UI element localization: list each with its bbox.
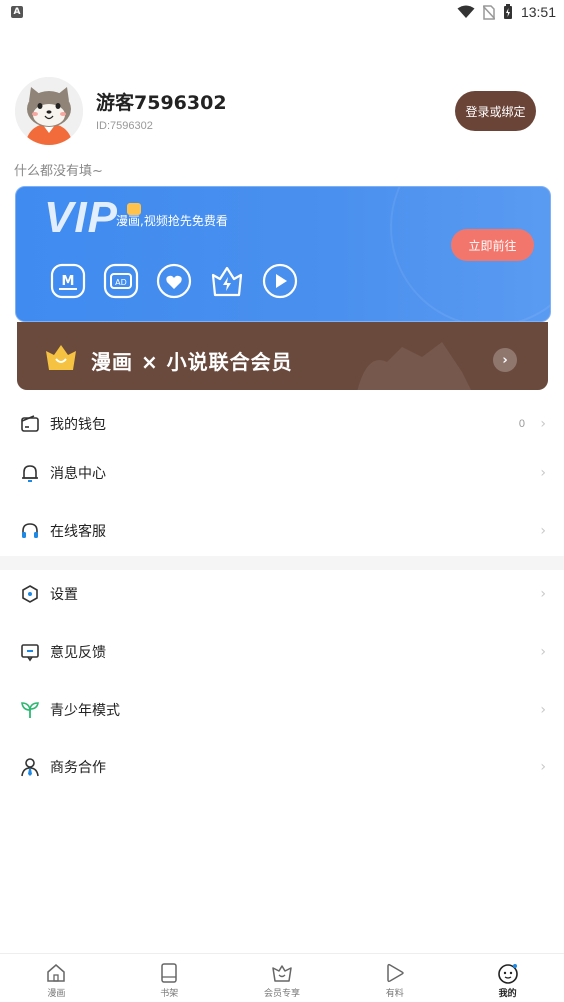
status-icons: 13:51 xyxy=(457,3,556,21)
svg-text:AD: AD xyxy=(115,278,127,287)
vip-card[interactable]: VIP 漫画,视频抢先免费看 立即前往 M AD xyxy=(15,186,551,322)
vip-privilege-icons: M AD xyxy=(50,263,298,299)
vip-watermark: VIP xyxy=(44,193,118,242)
headset-icon xyxy=(22,523,38,538)
menu-item-feedback[interactable]: 意见反馈 › xyxy=(0,627,564,677)
menu-label: 我的钱包 xyxy=(50,417,106,433)
chevron-right-icon: › xyxy=(540,465,546,481)
nav-label: 书架 xyxy=(160,989,179,999)
menu-item-messages[interactable]: 消息中心 › xyxy=(0,448,564,498)
gold-crown-icon xyxy=(46,345,76,370)
chevron-right-icon: › xyxy=(540,416,546,432)
vip-basket-icon xyxy=(272,965,292,982)
battery-icon xyxy=(503,4,512,19)
menu-label: 青少年模式 xyxy=(50,703,120,719)
home-icon xyxy=(47,964,66,982)
vip-go-button[interactable]: 立即前往 xyxy=(451,229,534,261)
bookshelf-icon xyxy=(161,963,177,983)
menu-label: 在线客服 xyxy=(50,524,106,540)
clock: 13:51 xyxy=(520,4,556,20)
menu-item-teen-mode[interactable]: 青少年模式 › xyxy=(0,685,564,735)
app-notification-icon: A xyxy=(11,6,23,18)
wifi-icon xyxy=(457,5,475,18)
svg-text:M: M xyxy=(62,274,75,289)
avatar[interactable] xyxy=(15,77,83,145)
nav-label: 有料 xyxy=(385,989,404,999)
profile-face-icon xyxy=(497,964,518,984)
menu-label: 设置 xyxy=(50,587,78,603)
login-bind-button[interactable]: 登录或绑定 xyxy=(455,91,536,131)
settings-icon xyxy=(22,585,38,603)
chevron-right-icon: › xyxy=(540,702,546,718)
menu-label: 商务合作 xyxy=(50,760,106,776)
section-divider xyxy=(0,556,564,570)
tab-manga[interactable]: 漫画 xyxy=(0,954,113,1002)
banner-decoration xyxy=(357,342,471,390)
user-bio: 什么都没有填~ xyxy=(14,164,103,179)
vip-promo-text: 漫画,视频抢先免费看 xyxy=(116,214,228,228)
business-icon xyxy=(21,758,39,777)
menu-item-business[interactable]: 商务合作 › xyxy=(0,742,564,792)
manga-icon: M xyxy=(50,263,86,299)
tab-vip[interactable]: 会员专享 xyxy=(226,954,339,1002)
menu-item-wallet[interactable]: 我的钱包 0 › xyxy=(0,399,564,449)
nav-label: 漫画 xyxy=(47,989,66,999)
chevron-right-icon: › xyxy=(540,523,546,539)
wallet-icon xyxy=(21,415,39,432)
no-sim-icon xyxy=(482,4,495,20)
tab-bookshelf[interactable]: 书架 xyxy=(113,954,226,1002)
video-play-icon xyxy=(262,263,298,299)
tab-mine[interactable]: 我的 xyxy=(451,954,564,1002)
play-icon xyxy=(387,963,404,983)
chevron-right-icon: › xyxy=(540,759,546,775)
chevron-right-icon: › xyxy=(540,644,546,660)
bottom-nav: 漫画 书架 会员专享 有料 我的 xyxy=(0,953,564,1002)
cat-avatar-icon xyxy=(15,77,83,145)
joint-membership-banner[interactable]: 漫画 × 小说联合会员 › xyxy=(17,322,548,390)
chevron-right-icon[interactable]: › xyxy=(493,348,517,372)
crown-icon xyxy=(211,266,243,297)
bell-icon xyxy=(22,465,38,482)
ad-free-icon: AD xyxy=(103,263,139,299)
chevron-right-icon: › xyxy=(540,586,546,602)
menu-item-settings[interactable]: 设置 › xyxy=(0,569,564,619)
wallet-balance: 0 xyxy=(518,418,525,430)
menu-label: 消息中心 xyxy=(50,466,106,482)
joint-membership-text: 漫画 × 小说联合会员 xyxy=(91,350,293,374)
sprout-icon xyxy=(21,702,39,718)
status-bar: A 13:51 xyxy=(0,0,564,26)
tab-discover[interactable]: 有料 xyxy=(338,954,451,1002)
menu-item-customer-service[interactable]: 在线客服 › xyxy=(0,506,564,556)
feedback-icon xyxy=(21,644,39,662)
username: 游客7596302 xyxy=(96,92,227,114)
nav-label: 会员专享 xyxy=(263,989,300,999)
nav-label: 我的 xyxy=(498,989,517,999)
heart-icon xyxy=(156,263,192,299)
user-id: ID:7596302 xyxy=(96,120,153,132)
menu-label: 意见反馈 xyxy=(50,645,106,661)
